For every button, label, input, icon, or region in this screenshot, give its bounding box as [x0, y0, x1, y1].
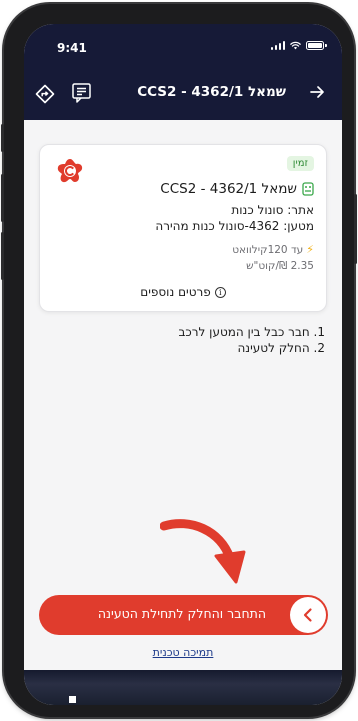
charger-title: שמאל CCS2 - 4362/1 — [160, 181, 314, 197]
volume-down-button — [1, 232, 4, 280]
site-text: אתר: סונול כנות — [231, 203, 314, 217]
volume-up-button — [1, 174, 4, 222]
charger-info-card: זמין שמאל CCS2 - 4362/1 אתר: סונול כנות … — [39, 144, 327, 312]
instruction-step-2: 2. החלק לטעינה — [237, 341, 325, 355]
availability-badge: זמין — [286, 156, 314, 171]
wifi-icon — [290, 41, 301, 50]
status-time: 9:41 — [57, 41, 87, 55]
more-details-label: פרטים נוספים — [140, 285, 211, 299]
navigate-icon[interactable] — [35, 84, 55, 104]
home-indicator — [69, 696, 76, 703]
battery-icon — [306, 41, 327, 50]
back-arrow-icon[interactable] — [309, 84, 325, 100]
operator-logo-icon — [57, 159, 83, 183]
power-button — [354, 194, 357, 264]
info-icon: i — [214, 286, 226, 298]
power-text: עד 120קילוואט — [232, 244, 304, 256]
mute-switch — [1, 124, 4, 152]
charger-name: שמאל CCS2 - 4362/1 — [160, 181, 297, 197]
app-header: 9:41 שמאל CCS2 - 4362/1 — [24, 24, 342, 120]
bolt-icon: ⚡ — [306, 243, 314, 256]
page-title: שמאל CCS2 - 4362/1 — [137, 84, 286, 100]
charger-text: מטען: 4362-סונול כנות מהירה — [155, 219, 314, 233]
tech-support-link[interactable]: תמיכה טכנית — [24, 646, 342, 659]
report-issue-icon[interactable] — [71, 82, 93, 104]
slider-handle[interactable] — [290, 597, 326, 633]
app-screen: 9:41 שמאל CCS2 - 4362/1 זמין שמאל CCS2 -… — [24, 24, 342, 705]
chevron-left-icon — [303, 608, 312, 622]
status-icons — [270, 41, 327, 50]
cellular-signal-icon — [270, 41, 285, 50]
price-text: 2.35 ₪/קוט"ש — [246, 260, 314, 272]
swipe-to-charge-slider[interactable]: התחבר והחלק לתחילת הטעינה — [39, 595, 328, 635]
pointer-arrow-icon — [160, 519, 246, 584]
power-row: ⚡עד 120קילוואט — [232, 243, 314, 256]
swipe-label: התחבר והחלק לתחילת הטעינה — [97, 606, 266, 621]
instruction-step-1: 1. חבר כבל בין המטען לרכב — [178, 325, 325, 339]
more-details-link[interactable]: i פרטים נוספים — [40, 285, 326, 299]
plug-type-icon — [302, 182, 314, 196]
phone-frame: 9:41 שמאל CCS2 - 4362/1 זמין שמאל CCS2 -… — [1, 4, 357, 717]
